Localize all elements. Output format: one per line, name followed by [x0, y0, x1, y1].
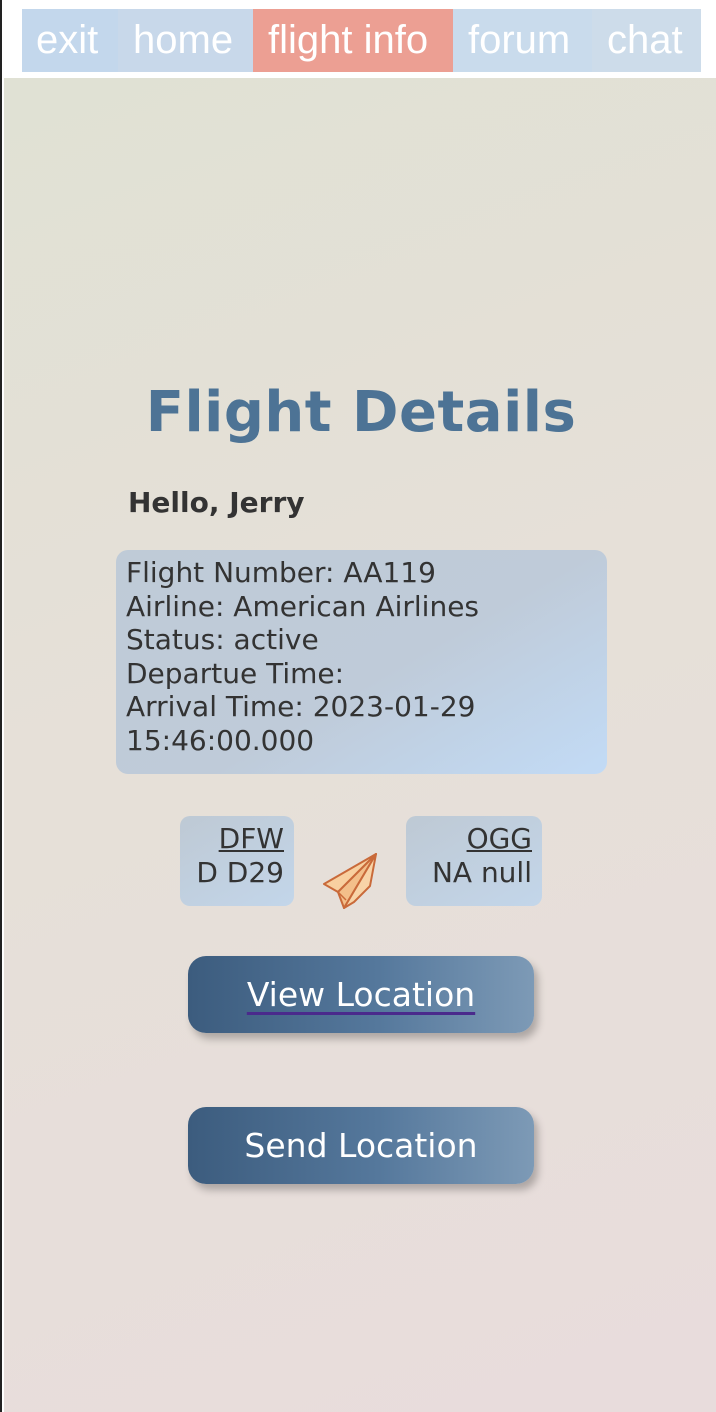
departure-airport-card: DFW D D29 [180, 816, 294, 906]
page: exit home flight info forum chat Flight … [0, 0, 716, 1412]
send-location-label: Send Location [244, 1126, 478, 1165]
nav-tab-exit[interactable]: exit [22, 9, 118, 72]
flight-details-panel: Flight Details Hello, Jerry Flight Numbe… [4, 78, 716, 1412]
arrival-gate: NA null [431, 856, 532, 889]
departure-airport-code[interactable]: DFW [190, 822, 284, 856]
nav-tab-flight-info[interactable]: flight info [253, 9, 453, 72]
view-location-button[interactable]: View Location [188, 956, 534, 1033]
paper-plane-icon [323, 853, 377, 909]
send-location-button[interactable]: Send Location [188, 1107, 534, 1184]
arrival-time: Arrival Time: 2023-01-29 [126, 690, 476, 723]
greeting-text: Hello, Jerry [128, 486, 305, 519]
nav-tab-forum[interactable]: forum [453, 9, 592, 72]
departure-gate: D D29 [196, 856, 284, 889]
flight-status: Status: active [126, 623, 319, 656]
arrival-airport-code[interactable]: OGG [416, 822, 532, 856]
page-title: Flight Details [145, 380, 577, 445]
nav-tab-chat[interactable]: chat [592, 9, 701, 72]
flight-info-card: Flight Number: AA119 Airline: American A… [116, 550, 607, 774]
nav-tab-home[interactable]: home [118, 9, 253, 72]
arrival-airport-card: OGG NA null [406, 816, 542, 906]
top-nav: exit home flight info forum chat [22, 9, 701, 72]
departure-time: Departue Time: [126, 656, 345, 690]
airline: Airline: American Airlines [126, 589, 480, 623]
view-location-label: View Location [246, 975, 476, 1014]
arrival-time-continued: 15:46:00.000 [126, 723, 315, 757]
flight-number: Flight Number: AA119 [126, 556, 436, 589]
